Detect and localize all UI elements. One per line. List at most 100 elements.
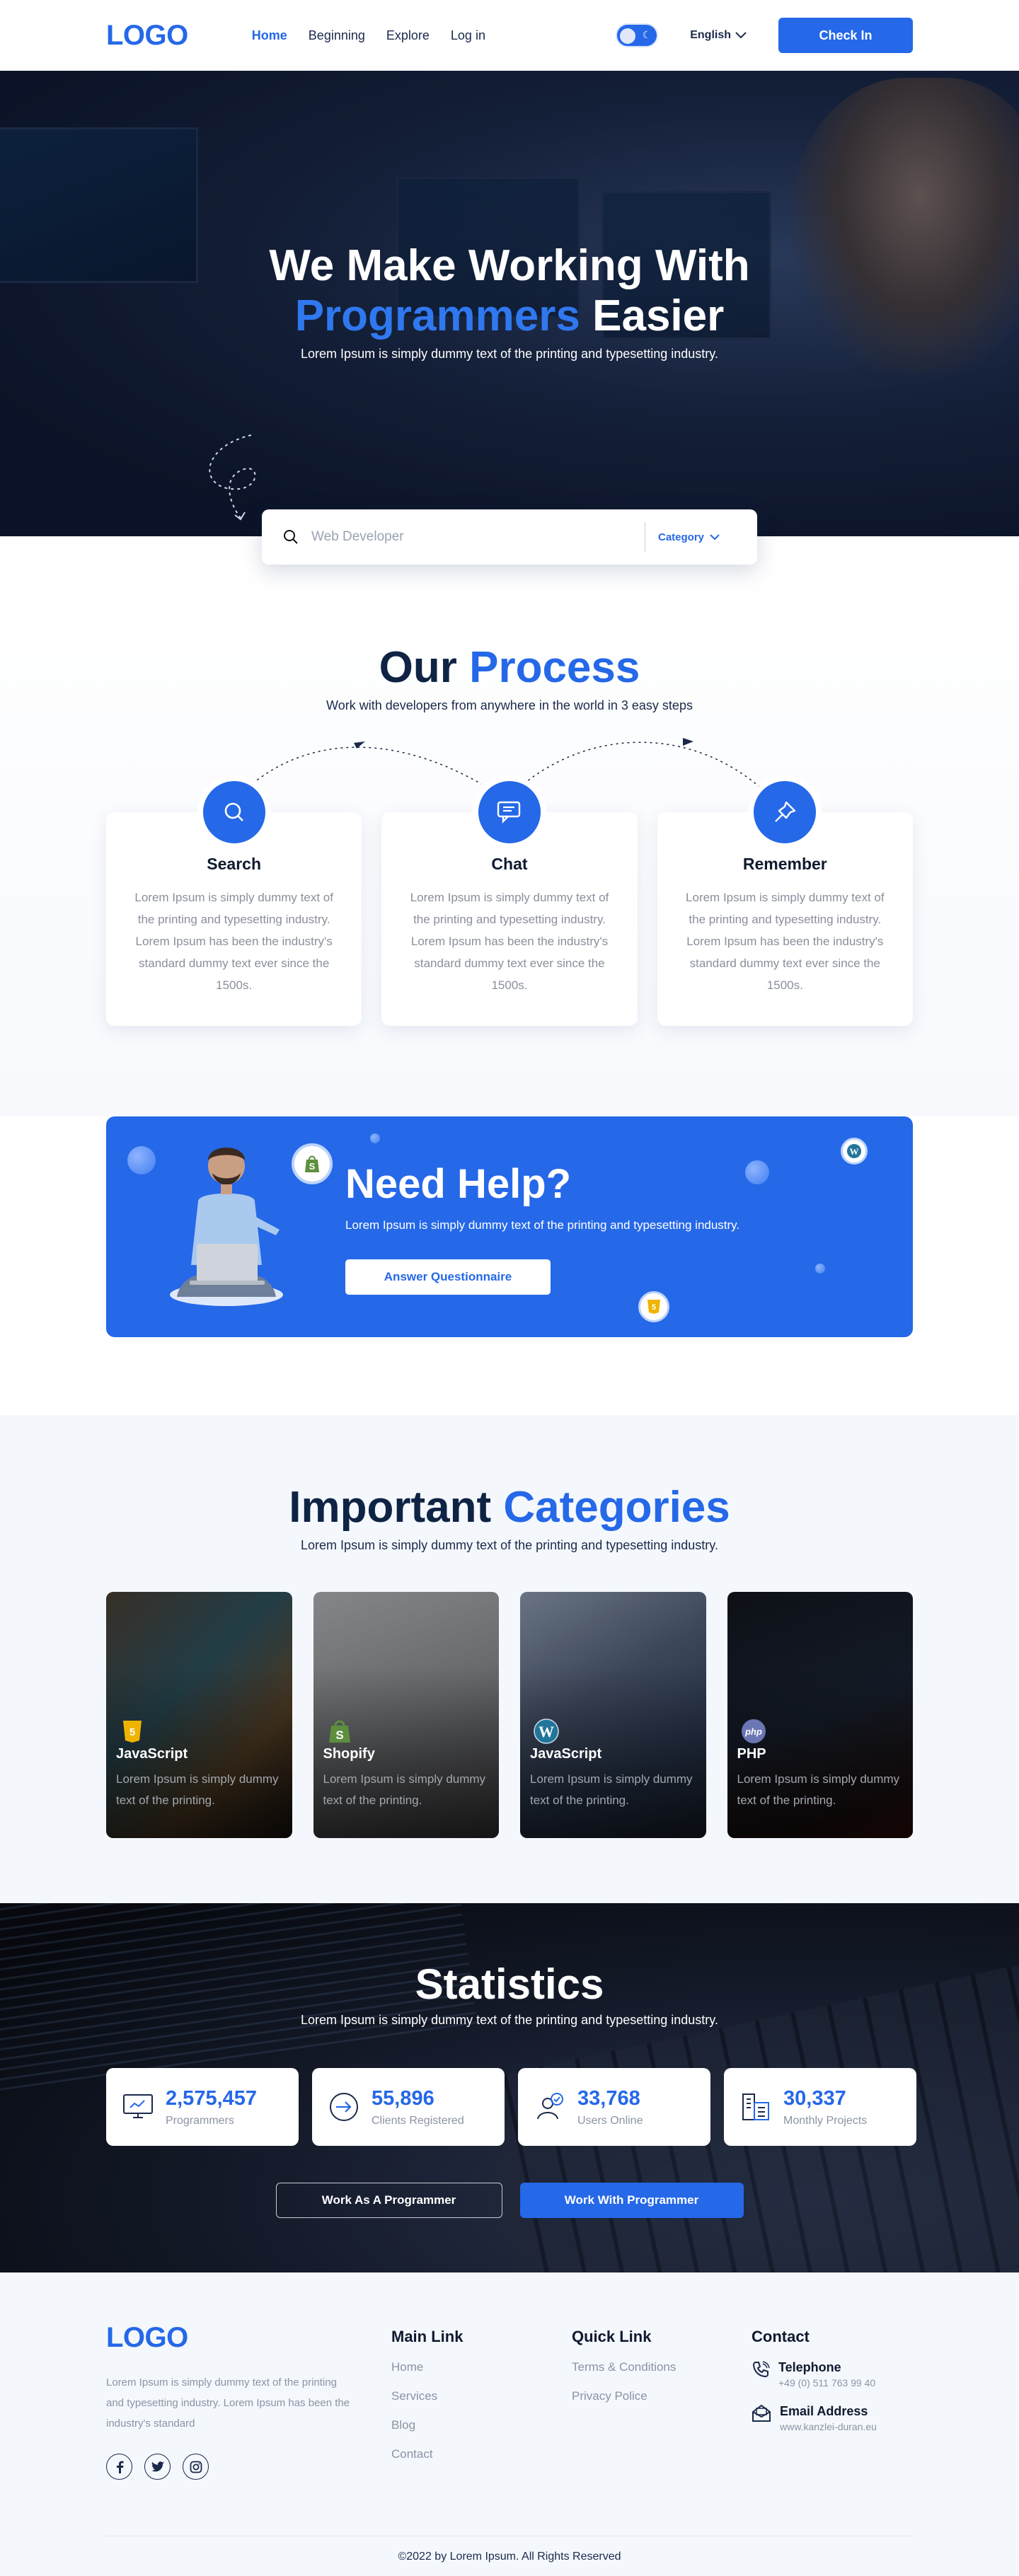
php-icon: php [741, 1719, 766, 1743]
process-card-title: Chat [491, 855, 528, 873]
phone-icon [752, 2361, 770, 2378]
decor-bubble [370, 1133, 380, 1143]
footer: LOGO Lorem Ipsum is simply dummy text of… [0, 2272, 1019, 2576]
check-in-button[interactable]: Check In [778, 18, 913, 53]
categories-title-blue: Categories [491, 1483, 730, 1532]
work-with-programmer-button[interactable]: Work With Programmer [519, 2183, 744, 2218]
footer-logo[interactable]: LOGO [106, 2322, 354, 2354]
projects-icon [742, 2093, 769, 2120]
categories-title: Important Categories [106, 1482, 913, 1532]
category-card[interactable]: S Shopify Lorem Ipsum is simply dummy te… [313, 1592, 499, 1838]
contact-phone: Telephone +49 (0) 511 763 99 40 [752, 2360, 877, 2389]
category-text: Lorem Ipsum is simply dummy text of the … [737, 1772, 900, 1807]
process-card-text: Lorem Ipsum is simply dummy text of the … [134, 891, 333, 992]
help-title: Need Help? [345, 1161, 572, 1207]
phone-number[interactable]: +49 (0) 511 763 99 40 [778, 2377, 875, 2389]
email-address[interactable]: www.kanzlei-duran.eu [780, 2421, 877, 2432]
footer-main-title: Main Link [391, 2328, 464, 2345]
footer-link-terms[interactable]: Terms & Conditions [572, 2360, 676, 2374]
html5-icon: 5 [123, 1721, 142, 1743]
svg-text:W: W [850, 1146, 859, 1157]
stat-card: 2,575,457 Programmers [106, 2068, 299, 2146]
stat-label: Clients Registered [372, 2114, 464, 2127]
html5-icon: 5 [638, 1291, 669, 1322]
stat-card: 30,337 Monthly Projects [724, 2068, 916, 2146]
category-card[interactable]: W JavaScript Lorem Ipsum is simply dummy… [520, 1592, 706, 1838]
category-label: Category [658, 531, 705, 543]
footer-contact-title: Contact [752, 2328, 810, 2345]
instagram-icon[interactable] [183, 2454, 209, 2480]
category-dropdown[interactable]: Category [658, 531, 736, 543]
categories-subtitle: Lorem Ipsum is simply dummy text of the … [301, 1538, 718, 1552]
facebook-icon[interactable] [106, 2454, 132, 2480]
category-card[interactable]: 5 JavaScript Lorem Ipsum is simply dummy… [106, 1592, 292, 1838]
hero-title-line1: We Make Working With [269, 241, 750, 290]
process-card-search: Search Lorem Ipsum is simply dummy text … [106, 781, 362, 1026]
hero-title: We Make Working With Programmers Easier [0, 241, 1019, 342]
footer-link-home[interactable]: Home [391, 2360, 463, 2374]
phone-label: Telephone [778, 2360, 841, 2374]
category-text: Lorem Ipsum is simply dummy text of the … [323, 1772, 486, 1807]
nav-link-home[interactable]: Home [252, 28, 287, 43]
stat-label: Programmers [166, 2114, 234, 2127]
help-banner: S W 5 Need Help? Lorem Ipsum is simply d… [106, 1116, 913, 1337]
stat-card: 55,896 Clients Registered [312, 2068, 505, 2146]
process-card-text: Lorem Ipsum is simply dummy text of the … [686, 891, 885, 992]
nav-link-login[interactable]: Log in [451, 28, 485, 43]
wordpress-icon: W [841, 1138, 868, 1165]
process-card-chat: Chat Lorem Ipsum is simply dummy text of… [381, 781, 638, 1026]
search-icon [284, 530, 298, 544]
footer-description: Lorem Ipsum is simply dummy text of the … [106, 2376, 350, 2430]
social-links [106, 2454, 354, 2480]
footer-link-privacy[interactable]: Privacy Police [572, 2389, 676, 2403]
language-select[interactable]: English [690, 29, 747, 42]
answer-questionnaire-button[interactable]: Answer Questionnaire [345, 1259, 551, 1295]
svg-text:S: S [309, 1161, 316, 1172]
chat-icon [478, 781, 541, 843]
svg-text:php: php [744, 1726, 762, 1737]
twitter-icon[interactable] [144, 2454, 171, 2480]
svg-text:5: 5 [652, 1303, 656, 1312]
email-label: Email Address [780, 2404, 868, 2418]
wordpress-icon: W [534, 1719, 559, 1744]
main-menu: Home Beginning Explore Log in [252, 28, 485, 43]
nav-link-explore[interactable]: Explore [386, 28, 430, 43]
stat-value: 30,337 [783, 2086, 846, 2110]
copyright: ©2022 by Lorem Ipsum. All Rights Reserve… [398, 2551, 621, 2563]
process-title-dark: Our [379, 643, 457, 692]
pin-icon [754, 781, 817, 843]
svg-text:5: 5 [129, 1726, 135, 1738]
statistics-buttons: Work As A Programmer Work With Programme… [0, 2183, 1019, 2218]
footer-quick-title: Quick Link [572, 2328, 652, 2345]
stat-cards: 2,575,457 Programmers 55,896 Clients Regis… [106, 2068, 916, 2146]
work-as-programmer-button[interactable]: Work As A Programmer [275, 2183, 502, 2218]
statistics-subtitle: Lorem Ipsum is simply dummy text of the … [301, 2013, 718, 2027]
process-card-remember: Remember Lorem Ipsum is simply dummy tex… [657, 781, 913, 1026]
category-name: JavaScript [116, 1746, 188, 1762]
footer-link-contact[interactable]: Contact [391, 2447, 463, 2461]
footer-contact: Contact Telephone +49 (0) 511 763 99 40 E… [752, 2328, 877, 2448]
theme-toggle[interactable]: ☾ [616, 23, 659, 47]
nav-link-beginning[interactable]: Beginning [309, 28, 365, 43]
email-icon [752, 2404, 771, 2422]
category-name: Shopify [323, 1746, 375, 1762]
process-card-title: Remember [742, 855, 827, 873]
monitor-icon [123, 2094, 153, 2118]
contact-email: Email Address www.kanzlei-duran.eu [752, 2404, 877, 2432]
process-steps: Search Lorem Ipsum is simply dummy text … [106, 738, 913, 1026]
search-bar: Category [262, 509, 757, 565]
category-text: Lorem Ipsum is simply dummy text of the … [530, 1772, 693, 1807]
process-title-blue: Process [456, 643, 640, 692]
category-card[interactable]: php PHP Lorem Ipsum is simply dummy text… [727, 1592, 913, 1838]
stat-label: Monthly Projects [783, 2114, 868, 2127]
footer-link-services[interactable]: Services [391, 2389, 463, 2403]
login-icon [330, 2093, 358, 2121]
svg-text:S: S [335, 1728, 343, 1742]
search-input[interactable] [311, 529, 632, 545]
search-icon [202, 781, 265, 843]
stat-label: Users Online [577, 2114, 643, 2127]
category-cards: 5 JavaScript Lorem Ipsum is simply dummy… [106, 1592, 913, 1838]
footer-link-blog[interactable]: Blog [391, 2418, 463, 2432]
logo[interactable]: LOGO [106, 20, 188, 52]
chevron-down-icon [735, 32, 747, 39]
